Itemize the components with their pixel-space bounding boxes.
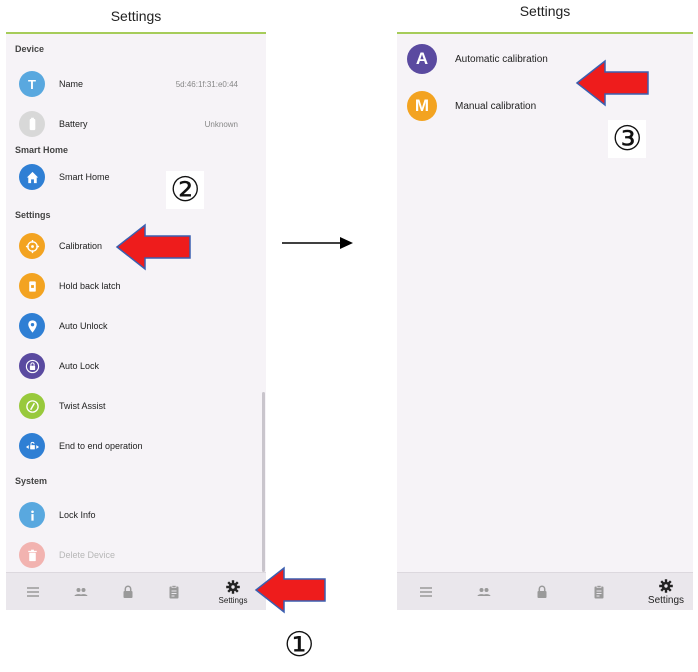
- end-to-end-icon: [19, 433, 45, 459]
- title-bar: Settings: [6, 0, 266, 34]
- row-label: Hold back latch: [59, 281, 121, 291]
- row-label: End to end operation: [59, 441, 143, 451]
- nav-settings-label: Settings: [218, 596, 248, 605]
- nav-list-button[interactable]: [18, 573, 48, 610]
- settings-row-lock-info[interactable]: Lock Info: [6, 499, 266, 531]
- clipboard-icon: [169, 585, 179, 599]
- row-label: Delete Device: [59, 550, 116, 560]
- list-icon: [420, 587, 432, 597]
- gear-icon: [659, 579, 673, 593]
- clipboard-icon: [594, 585, 604, 599]
- scrollbar[interactable]: [262, 392, 265, 572]
- nav-users-button[interactable]: [469, 573, 499, 610]
- settings-row-twist-assist[interactable]: Twist Assist: [6, 390, 266, 422]
- settings-row-auto-unlock[interactable]: Auto Unlock: [6, 310, 266, 342]
- automatic-calibration-icon: A: [407, 44, 437, 74]
- list-icon: [27, 587, 39, 597]
- gear-icon: [226, 580, 240, 594]
- title-bar: Settings: [397, 0, 693, 34]
- users-icon: [74, 588, 88, 596]
- row-label: Smart Home: [59, 172, 110, 182]
- users-icon: [477, 588, 491, 596]
- row-label: Lock Info: [59, 510, 96, 520]
- home-icon: [19, 164, 45, 190]
- nav-lock-button[interactable]: [113, 573, 143, 610]
- battery-value: Unknown: [204, 119, 238, 129]
- name-icon: T: [19, 71, 45, 97]
- step-1-badge: ①: [284, 625, 315, 665]
- twist-icon: [19, 393, 45, 419]
- settings-row-auto-lock[interactable]: Auto Lock: [6, 350, 266, 382]
- nav-settings-button[interactable]: Settings: [644, 573, 688, 610]
- nav-settings-label: Settings: [647, 595, 685, 606]
- nav-list-button[interactable]: [411, 573, 441, 610]
- trash-icon: [19, 542, 45, 568]
- settings-row-battery[interactable]: Battery Unknown: [6, 108, 266, 140]
- bottom-nav: Settings: [6, 572, 266, 610]
- section-header-smart-home: Smart Home: [15, 145, 69, 155]
- settings-screen-left: Settings Device T Name 5d:46:1f:31:e0:44…: [6, 0, 266, 610]
- row-label: Auto Lock: [59, 361, 100, 371]
- nav-users-button[interactable]: [66, 573, 96, 610]
- section-header-system: System: [15, 476, 48, 486]
- settings-row-smart-home[interactable]: Smart Home: [6, 161, 266, 193]
- manual-calibration-icon: M: [407, 91, 437, 121]
- info-icon: [19, 502, 45, 528]
- row-label: Automatic calibration: [455, 53, 548, 65]
- device-mac-value: 5d:46:1f:31:e0:44: [175, 79, 238, 89]
- page-title: Settings: [110, 8, 162, 24]
- nav-lock-button[interactable]: [527, 573, 557, 610]
- red-arrow-calibration: [115, 223, 191, 271]
- step-2-badge: ②: [166, 171, 205, 209]
- location-pin-icon: [19, 313, 45, 339]
- auto-lock-icon: [19, 353, 45, 379]
- section-header-settings: Settings: [15, 210, 51, 220]
- settings-row-hold-back-latch[interactable]: Hold back latch: [6, 270, 266, 302]
- row-label: Twist Assist: [59, 401, 106, 411]
- lock-icon: [123, 585, 133, 598]
- step-3-badge: ③: [608, 120, 647, 158]
- settings-row-name[interactable]: T Name 5d:46:1f:31:e0:44: [6, 68, 266, 100]
- row-label: Manual calibration: [455, 100, 537, 112]
- nav-settings-button[interactable]: Settings: [215, 573, 251, 610]
- page-title: Settings: [519, 3, 571, 19]
- settings-row-delete-device[interactable]: Delete Device: [6, 539, 266, 571]
- nav-history-button[interactable]: [159, 573, 189, 610]
- red-arrow-manual-calibration: [575, 59, 649, 107]
- lock-icon: [537, 585, 547, 598]
- bottom-nav: Settings: [397, 572, 693, 610]
- section-header-device: Device: [15, 44, 45, 54]
- row-label: Battery: [59, 119, 88, 129]
- row-label: Calibration: [59, 241, 103, 251]
- crosshair-icon: [19, 233, 45, 259]
- row-label: Name: [59, 79, 84, 89]
- battery-icon: [19, 111, 45, 137]
- row-label: Auto Unlock: [59, 321, 108, 331]
- door-latch-icon: [19, 273, 45, 299]
- nav-history-button[interactable]: [584, 573, 614, 610]
- transition-arrow: [282, 237, 353, 249]
- red-arrow-settings-tab: [254, 566, 326, 614]
- settings-row-end-to-end[interactable]: End to end operation: [6, 430, 266, 462]
